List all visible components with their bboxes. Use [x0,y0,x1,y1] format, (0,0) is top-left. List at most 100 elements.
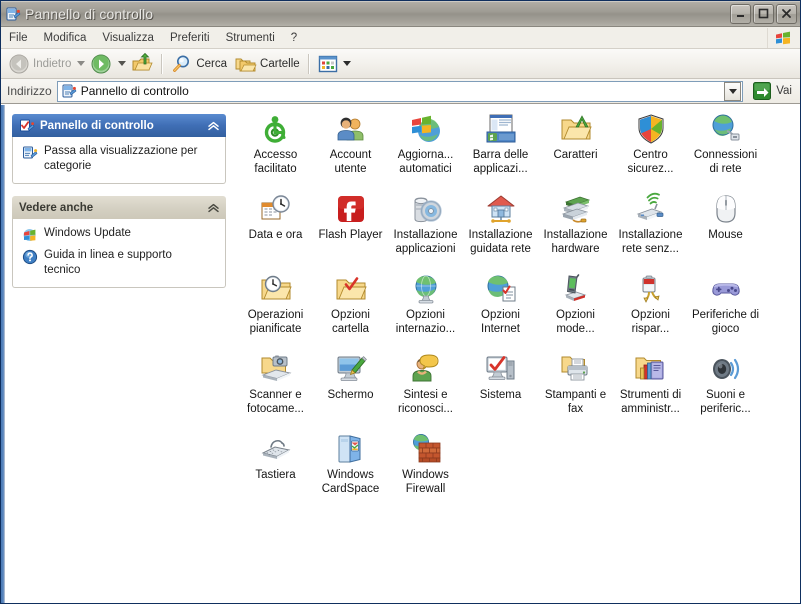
menu-visualizza[interactable]: Visualizza [95,30,161,46]
maximize-button[interactable] [753,3,774,24]
cp-item-network-setup-wizard[interactable]: Installazione guidata rete [463,191,538,271]
cp-item-mouse[interactable]: Mouse [688,191,763,271]
menu-strumenti[interactable]: Strumenti [219,30,282,46]
windows-update-label: Windows Update [44,227,131,239]
cp-item-game-controllers[interactable]: Periferiche di gioco [688,271,763,351]
panel-header-see-also[interactable]: Vedere anche [12,196,226,219]
automatic-updates-icon [410,113,442,145]
add-hardware-icon [560,193,592,225]
title-bar[interactable]: Pannello di controllo [1,1,800,27]
cp-item-accessibility[interactable]: Accesso facilitato [238,111,313,191]
wireless-setup-icon [635,192,667,225]
cp-item-power-options[interactable]: Opzioni rispar... [613,271,688,351]
cp-item-add-remove-programs[interactable]: Installazione applicazioni [388,191,463,271]
control-panel-check-icon [19,118,35,134]
address-dropdown-button[interactable] [724,81,742,101]
security-center-icon [635,113,667,145]
panel-title: Pannello di controllo [40,119,154,132]
menu-modifica[interactable]: Modifica [37,30,94,46]
cp-item-label: Windows Firewall [402,469,449,495]
address-combobox[interactable]: Pannello di controllo [56,80,744,102]
cp-item-firewall[interactable]: Windows Firewall [388,431,463,511]
cp-item-label: Barra delle applicazi... [472,149,529,175]
cp-item-keyboard[interactable]: Tastiera [238,431,313,511]
cp-item-flash-player[interactable]: Flash Player [313,191,388,271]
panel-header-control-panel[interactable]: Pannello di controllo [12,114,226,137]
scanners-cameras-icon [260,353,292,385]
cp-item-date-time[interactable]: Data e ora [238,191,313,271]
cp-item-folder-options[interactable]: Opzioni cartella [313,271,388,351]
cp-item-network-connections[interactable]: Connessioni di rete [688,111,763,191]
cp-item-fonts[interactable]: Caratteri [538,111,613,191]
menu-bar: File Modifica Visualizza Preferiti Strum… [1,27,800,49]
cp-item-label: Connessioni di rete [693,149,758,175]
views-dropdown-arrow[interactable] [342,53,353,75]
printers-faxes-icon [560,353,592,385]
up-button[interactable] [127,51,157,77]
cp-item-cardspace[interactable]: Windows CardSpace [313,431,388,511]
back-dropdown-arrow[interactable] [75,53,86,75]
cp-item-label: Account utente [329,149,372,175]
windows-flag-icon[interactable] [767,28,798,48]
switch-view-icon [22,145,38,161]
panel-body-control-panel: Passa alla visualizzazione per categorie [12,137,226,184]
cp-item-regional-options[interactable]: Opzioni internazio... [388,271,463,351]
cp-item-add-hardware[interactable]: Installazione hardware [538,191,613,271]
menu-file[interactable]: File [2,30,35,46]
minimize-button[interactable] [730,3,751,24]
cp-item-security-center[interactable]: Centro sicurez... [613,111,688,191]
forward-dropdown-arrow[interactable] [116,53,127,75]
regional-options-icon [410,273,442,305]
folders-label: Cartelle [260,57,300,70]
address-bar: Indirizzo Pannello di controllo Vai [1,79,800,104]
speech-icon [410,353,442,385]
menu-help[interactable]: ? [284,30,304,46]
cp-item-wireless-setup[interactable]: Installazione rete senz... [613,191,688,271]
window-body: Pannello di controllo Passa alla visuali… [1,104,800,603]
close-button[interactable] [776,3,797,24]
cp-item-phone-modem[interactable]: Opzioni mode... [538,271,613,351]
cp-item-label: Periferiche di gioco [691,309,760,335]
forward-button[interactable] [86,51,116,77]
go-label: Vai [776,85,792,97]
cp-item-speech[interactable]: Sintesi e riconosci... [388,351,463,431]
folder-options-icon [335,273,367,305]
help-support-link[interactable]: Guida in linea e supporto tecnico [22,248,217,278]
system-icon [485,353,517,385]
search-button[interactable]: Cerca [167,51,231,77]
cp-item-scanners-cameras[interactable]: Scanner e fotocame... [238,351,313,431]
cp-item-label: Opzioni mode... [556,309,595,335]
cp-item-scheduled-tasks[interactable]: Operazioni pianificate [238,271,313,351]
cp-item-automatic-updates[interactable]: Aggiorna... automatici [388,111,463,191]
cp-item-system[interactable]: Sistema [463,351,538,431]
cp-item-display[interactable]: Schermo [313,351,388,431]
back-button[interactable]: Indietro [4,51,75,77]
chevron-up-icon[interactable] [206,201,220,215]
switch-view-label: Passa alla visualizzazione per categorie [44,145,198,172]
panel-title: Vedere anche [19,201,94,214]
folders-button[interactable]: Cartelle [231,51,304,77]
cp-item-label: Tastiera [255,469,296,481]
menu-preferiti[interactable]: Preferiti [163,30,217,46]
chevron-up-icon[interactable] [206,119,220,133]
cp-item-printers-faxes[interactable]: Stampanti e fax [538,351,613,431]
cp-item-user-accounts[interactable]: Account utente [313,111,388,191]
icon-view: Accesso facilitato Account utente Aggior… [234,105,800,603]
cp-item-admin-tools[interactable]: Strumenti di amministr... [613,351,688,431]
toolbar-separator-1 [161,53,164,74]
window-title: Pannello di controllo [25,5,154,22]
switch-to-category-view-link[interactable]: Passa alla visualizzazione per categorie [22,144,217,174]
cp-item-label: Opzioni rispar... [631,309,670,335]
views-button[interactable] [314,51,342,77]
cp-item-label: Strumenti di amministr... [619,389,682,415]
windows-update-link[interactable]: Windows Update [22,226,217,243]
internet-options-icon [485,273,517,305]
cp-item-sounds-audio[interactable]: Suoni e periferic... [688,351,763,431]
go-button[interactable]: Vai [749,79,797,103]
panel-body-see-also: Windows Update Guida in linea e supporto… [12,219,226,288]
admin-tools-icon [635,353,667,385]
cp-item-label: Installazione rete senz... [618,229,683,255]
cp-item-internet-options[interactable]: Opzioni Internet [463,271,538,351]
sounds-audio-icon [710,353,742,385]
cp-item-taskbar[interactable]: Barra delle applicazi... [463,111,538,191]
